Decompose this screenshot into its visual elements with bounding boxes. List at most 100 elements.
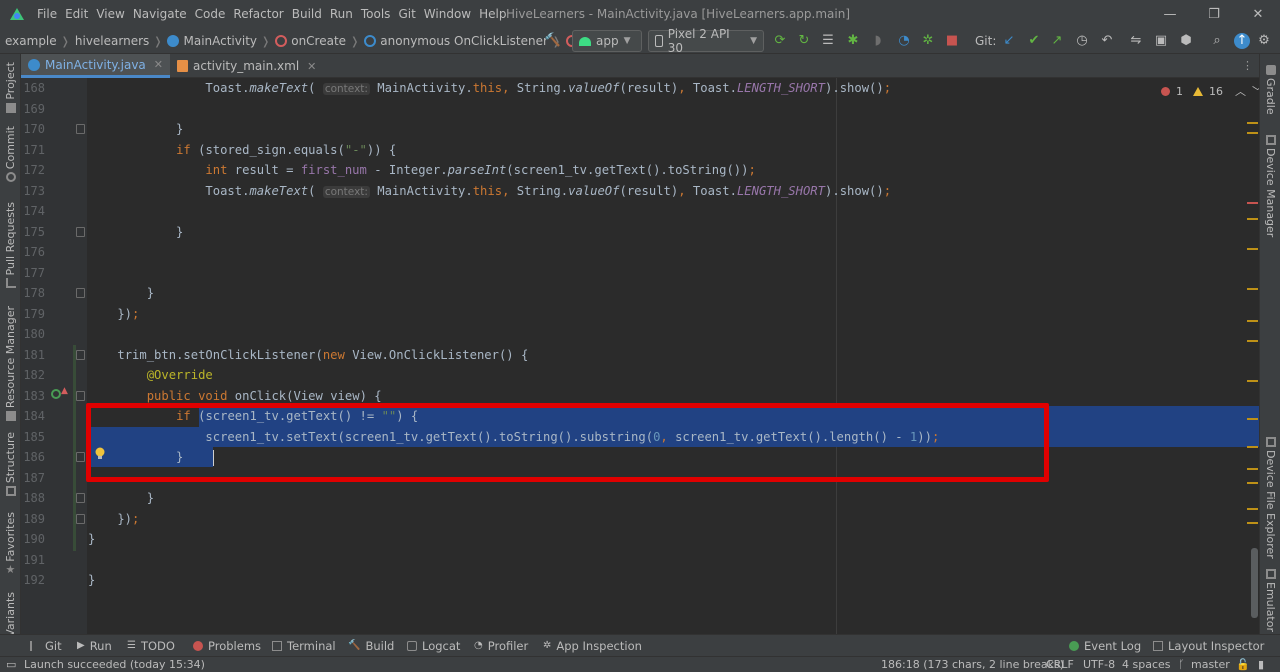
history-icon[interactable]: ◷ <box>1074 33 1090 49</box>
code-line[interactable]: 181 trim_btn.setOnClickListener(new View… <box>21 345 1259 366</box>
code-line[interactable]: 180 <box>21 324 1259 345</box>
tool-tab-terminal[interactable]: Terminal <box>272 635 336 657</box>
code-line[interactable]: 172 int result = first_num - Integer.par… <box>21 160 1259 181</box>
menu-edit[interactable]: Edit <box>61 0 92 28</box>
code-line[interactable]: 173 Toast.makeText( context: MainActivit… <box>21 181 1259 202</box>
tool-tab-todo[interactable]: ☰ TODO <box>127 635 175 657</box>
code-line[interactable]: 175 } <box>21 222 1259 243</box>
code-line[interactable]: 182 @Override <box>21 365 1259 386</box>
menu-window[interactable]: Window <box>420 0 475 28</box>
breadcrumb-method-oncreate[interactable]: onCreate ❭ <box>275 34 364 48</box>
apply-code-changes-icon[interactable]: ↻ <box>796 33 812 49</box>
menu-build[interactable]: Build <box>288 0 326 28</box>
menu-code[interactable]: Code <box>191 0 230 28</box>
caret-position[interactable]: 186:18 (173 chars, 2 line breaks) <box>881 657 1064 672</box>
code-editor[interactable]: 168 Toast.makeText( context: MainActivit… <box>21 78 1259 634</box>
device-dropdown[interactable]: Pixel 2 API 30 ▼ <box>648 27 764 55</box>
run-tests-icon[interactable]: ☰ <box>820 33 836 49</box>
close-window-button[interactable]: ✕ <box>1235 0 1280 28</box>
code-line[interactable]: 191 <box>21 550 1259 571</box>
tool-tab-run[interactable]: ▶ Run <box>77 635 112 657</box>
fold-marker-icon[interactable] <box>76 390 85 401</box>
tool-tab-commit[interactable]: Commit <box>0 126 21 183</box>
editor-scrollbar[interactable] <box>1243 78 1259 634</box>
code-line[interactable]: 179 }); <box>21 304 1259 325</box>
menu-run[interactable]: Run <box>326 0 357 28</box>
breadcrumb-anonymous-class[interactable]: anonymous OnClickListener ❭ <box>364 34 566 48</box>
lock-icon[interactable]: 🔓 <box>1236 657 1250 672</box>
breadcrumb-class-mainactivity[interactable]: MainActivity ❭ <box>167 34 275 48</box>
tool-tab-device-manager[interactable]: Device Manager <box>1260 132 1280 237</box>
tool-tab-build-variants[interactable]: Variants <box>0 592 21 637</box>
apply-changes-icon[interactable]: ⟳ <box>772 33 788 49</box>
code-line[interactable]: 174 <box>21 201 1259 222</box>
git-push-icon[interactable]: ↗ <box>1049 33 1065 49</box>
tool-tab-app-inspection[interactable]: ✲ App Inspection <box>543 635 642 657</box>
status-message-icon[interactable]: ▭ <box>6 657 16 672</box>
tool-tab-gradle[interactable]: Gradle <box>1260 62 1280 115</box>
code-line[interactable]: 168 Toast.makeText( context: MainActivit… <box>21 78 1259 99</box>
tool-tab-device-file-explorer[interactable]: Device File Explorer <box>1260 434 1280 559</box>
code-line[interactable]: 188 } <box>21 488 1259 509</box>
line-separator[interactable]: CRLF <box>1046 657 1074 672</box>
close-tab-icon[interactable]: ✕ <box>307 60 316 73</box>
tool-tab-logcat[interactable]: Logcat <box>407 635 460 657</box>
fold-marker-icon[interactable] <box>76 452 85 462</box>
attach-debugger-icon[interactable]: ◗ <box>870 33 886 49</box>
status-message[interactable]: Launch succeeded (today 15:34) <box>24 657 205 672</box>
tab-activity-main-xml[interactable]: activity_main.xml ✕ <box>170 54 323 78</box>
code-line[interactable]: 170 } <box>21 119 1259 140</box>
code-line[interactable]: 178 } <box>21 283 1259 304</box>
close-tab-icon[interactable]: ✕ <box>154 58 163 71</box>
tool-tab-event-log[interactable]: Event Log <box>1069 635 1141 657</box>
tabs-menu-icon[interactable]: ⋮ <box>1242 59 1253 72</box>
settings-icon[interactable]: ⚙ <box>1256 33 1272 49</box>
tool-tab-profiler[interactable]: ◔ Profiler <box>474 635 528 657</box>
maximize-button[interactable]: ❐ <box>1191 0 1237 28</box>
tool-tab-layout-inspector[interactable]: Layout Inspector <box>1153 635 1264 657</box>
update-available-icon[interactable]: ↑ <box>1234 33 1250 49</box>
tool-tab-problems[interactable]: Problems <box>193 635 261 657</box>
gradle-sync-icon[interactable]: ⇋ <box>1128 33 1144 49</box>
tool-tab-project[interactable]: Project <box>0 62 21 113</box>
fold-marker-icon[interactable] <box>76 513 85 524</box>
tool-tab-build[interactable]: 🔨 Build <box>348 635 394 657</box>
indent-setting[interactable]: 4 spaces <box>1122 657 1171 672</box>
tool-tab-favorites[interactable]: Favorites ★ <box>0 512 21 575</box>
minimize-button[interactable]: — <box>1147 0 1193 28</box>
git-update-icon[interactable]: ↙ <box>1001 33 1017 49</box>
code-line[interactable]: 176 <box>21 242 1259 263</box>
fold-marker-icon[interactable] <box>76 124 85 134</box>
tool-tab-git[interactable]: Git <box>30 635 62 657</box>
git-branch[interactable]: master <box>1191 657 1230 672</box>
profile-icon[interactable]: ◔ <box>896 33 912 49</box>
sdk-manager-icon[interactable]: ⬢ <box>1178 33 1194 49</box>
device-manager-icon[interactable]: ▣ <box>1153 33 1169 49</box>
fold-marker-icon[interactable] <box>76 288 85 298</box>
search-icon[interactable]: ⌕ <box>1209 33 1225 49</box>
tool-tab-resource-manager[interactable]: Resource Manager <box>0 306 21 422</box>
fold-marker-icon[interactable] <box>76 349 85 360</box>
fold-marker-icon[interactable] <box>76 493 85 503</box>
breadcrumb-package-example[interactable]: example ❭ <box>5 34 75 48</box>
stop-icon[interactable]: ■ <box>944 33 960 49</box>
scrollbar-thumb[interactable] <box>1251 548 1258 618</box>
menu-navigate[interactable]: Navigate <box>129 0 191 28</box>
rollback-icon[interactable]: ↶ <box>1099 33 1115 49</box>
debug-icon[interactable]: ✱ <box>845 33 861 49</box>
make-project-hammer-icon[interactable]: 🔨 <box>545 33 561 49</box>
fold-marker-icon[interactable] <box>76 226 85 237</box>
code-line[interactable]: 192} <box>21 570 1259 591</box>
override-method-icon[interactable] <box>51 389 61 399</box>
menu-view[interactable]: View <box>92 0 128 28</box>
file-encoding[interactable]: UTF-8 <box>1083 657 1115 672</box>
code-line[interactable]: 189 }); <box>21 509 1259 530</box>
tool-tab-emulator[interactable]: Emulator <box>1260 566 1280 632</box>
code-line[interactable]: 169 <box>21 99 1259 120</box>
menu-git[interactable]: Git <box>394 0 419 28</box>
tool-tab-pull-requests[interactable]: Pull Requests <box>0 202 21 289</box>
menu-refactor[interactable]: Refactor <box>229 0 287 28</box>
git-commit-icon[interactable]: ✔ <box>1026 33 1042 49</box>
tool-tab-structure[interactable]: Structure <box>0 432 21 497</box>
code-line[interactable]: 171 if (stored_sign.equals("-")) { <box>21 140 1259 161</box>
